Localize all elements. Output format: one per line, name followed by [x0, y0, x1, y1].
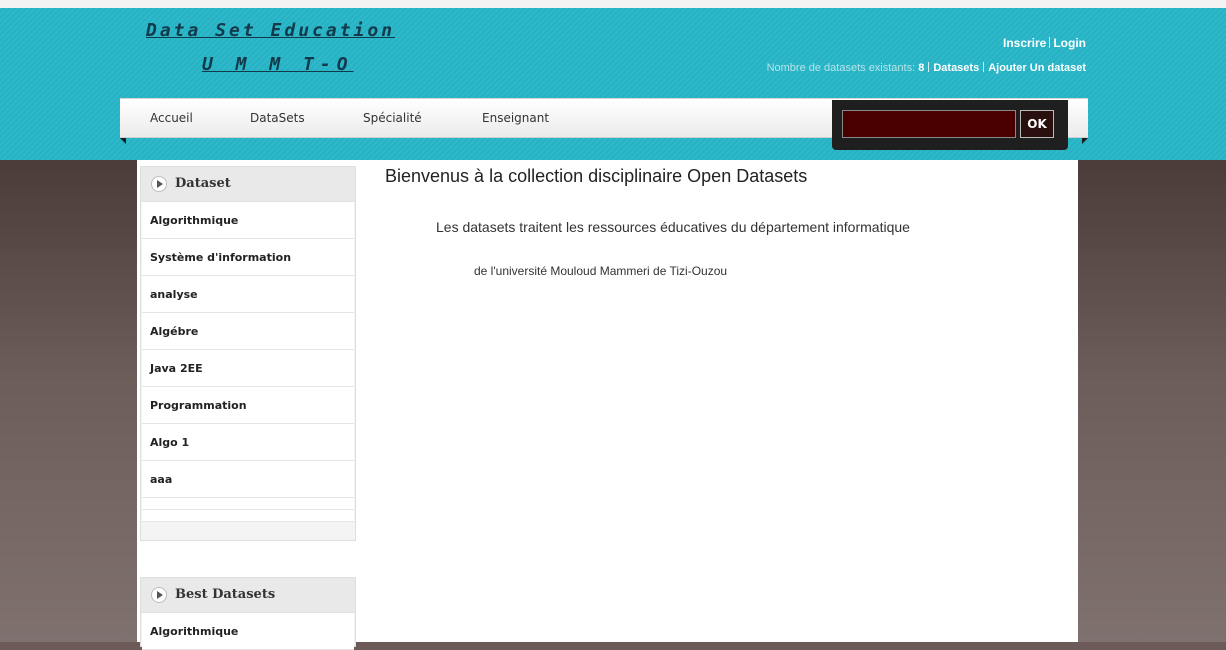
- sidebar-item-aaa[interactable]: aaa: [142, 461, 354, 498]
- sidebar-item-algebre[interactable]: Algébre: [142, 313, 354, 350]
- sidebar-item-java-2ee[interactable]: Java 2EE: [142, 350, 354, 387]
- dataset-sidebar-box: Dataset Algorithmique Système d'informat…: [140, 166, 356, 541]
- best-list: Algorithmique: [142, 613, 354, 650]
- login-link[interactable]: Login: [1053, 36, 1086, 50]
- dataset-count-label: Nombre de datasets existants:: [766, 62, 916, 74]
- search-panel: OK: [832, 100, 1068, 150]
- search-input[interactable]: [842, 110, 1016, 138]
- sidebar-item-algo-1[interactable]: Algo 1: [142, 424, 354, 461]
- dataset-box-title: Dataset: [175, 176, 231, 191]
- stats-bar: Nombre de datasets existants: 8 Datasets A…: [767, 62, 1086, 74]
- intro-text: Les datasets traitent les ressources édu…: [436, 219, 910, 235]
- sidebar-item-analyse[interactable]: analyse: [142, 276, 354, 313]
- nav-item-enseignant[interactable]: Enseignant: [482, 111, 549, 125]
- nav-fold-right: [1082, 138, 1088, 144]
- account-links: Inscrire Login: [997, 36, 1086, 50]
- dataset-box-header[interactable]: Dataset: [141, 167, 355, 202]
- add-dataset-link[interactable]: Ajouter Un dataset: [988, 62, 1086, 74]
- list-spacer: [142, 510, 354, 522]
- separator: [928, 62, 930, 72]
- best-box-header[interactable]: Best Datasets: [141, 578, 355, 613]
- play-arrow-icon: [151, 587, 167, 603]
- nav-fold-left: [120, 138, 126, 144]
- site-logo-subtitle[interactable]: U M M T-O: [202, 54, 354, 75]
- sidebar-item-algorithmique[interactable]: Algorithmique: [142, 202, 354, 239]
- datasets-link[interactable]: Datasets: [933, 62, 979, 74]
- best-box-title: Best Datasets: [175, 587, 276, 602]
- page-title: Bienvenus à la collection disciplinaire …: [385, 166, 808, 186]
- intro-subtext: de l'université Mouloud Mammeri de Tizi-…: [474, 264, 728, 278]
- nav-item-accueil[interactable]: Accueil: [150, 111, 193, 125]
- sidebar-item-systeme-information[interactable]: Système d'information: [142, 239, 354, 276]
- sidebar-item-programmation[interactable]: Programmation: [142, 387, 354, 424]
- list-spacer: [142, 498, 354, 510]
- best-item-algorithmique[interactable]: Algorithmique: [142, 613, 354, 650]
- nav-item-datasets[interactable]: DataSets: [250, 111, 305, 125]
- dataset-list: Algorithmique Système d'information anal…: [142, 202, 354, 522]
- play-arrow-icon: [151, 176, 167, 192]
- nav-item-specialite[interactable]: Spécialité: [363, 111, 422, 125]
- dataset-count: 8: [918, 62, 925, 74]
- separator: [983, 62, 985, 72]
- site-logo-title[interactable]: Data Set Education: [146, 20, 395, 41]
- best-datasets-box: Best Datasets Algorithmique: [140, 577, 356, 650]
- top-border: [0, 0, 1226, 8]
- search-ok-button[interactable]: OK: [1020, 110, 1054, 138]
- signup-link[interactable]: Inscrire: [1003, 36, 1046, 50]
- separator: [1049, 37, 1051, 48]
